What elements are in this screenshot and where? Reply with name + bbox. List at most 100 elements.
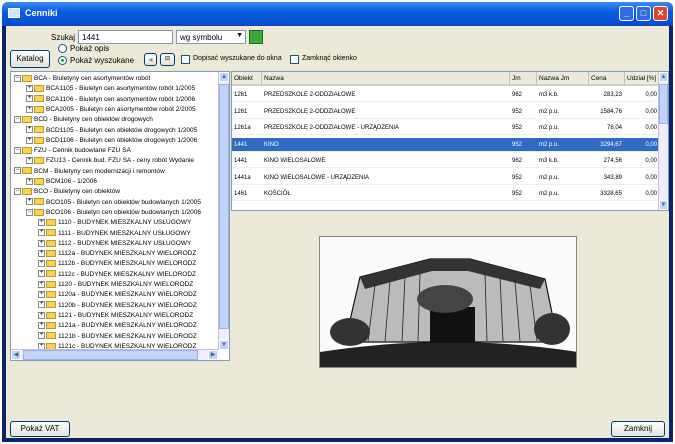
scroll-thumb[interactable] (659, 84, 668, 124)
table-cell: 343,89 (589, 171, 625, 185)
collapse-icon[interactable]: − (14, 167, 21, 175)
table-cell: 0,00 (625, 105, 660, 119)
table-row[interactable]: 1441a KINO WIELOSALOWE - URZĄDZENIA 952 m2 … (232, 171, 660, 185)
scroll-thumb[interactable] (219, 84, 229, 329)
price-table[interactable]: Obiekt Nazwa Jm Nazwa Jm Cena Udział [%] 1261 P… (231, 71, 669, 211)
folder-icon (46, 332, 56, 340)
close-window-button[interactable]: ✕ (653, 6, 668, 21)
chevron-down-icon: ▼ (236, 32, 243, 39)
table-row[interactable]: 1441 KINO 952 m2 p.u. 3294,67 0,00 (232, 137, 660, 152)
show-found-radio[interactable] (58, 56, 67, 65)
expand-icon[interactable]: + (38, 301, 45, 309)
expand-icon[interactable]: + (26, 157, 33, 165)
expand-icon[interactable]: + (26, 105, 33, 113)
table-cell: 952 (510, 171, 537, 185)
folder-icon (46, 229, 56, 237)
folder-icon (22, 74, 32, 82)
folder-icon (34, 136, 44, 144)
table-row[interactable]: 1461 KOŚCIÓŁ 952 m2 p.u. 3328,65 0,00 (232, 187, 660, 201)
table-row[interactable]: 1261 PRZEDSZKOLE 2-ODDZIAŁOWE 952 m2 p.u. 15… (232, 105, 660, 119)
tree-item-label: BCA - Biuletyny cen asortymentów robót (34, 75, 151, 82)
column-header[interactable]: Obiekt (232, 72, 262, 86)
show-vat-button[interactable]: Pokaż VAT (10, 421, 70, 437)
list-icon[interactable]: ⊟ (160, 53, 175, 66)
scroll-right-icon[interactable]: ▶ (208, 350, 218, 360)
expand-icon[interactable]: + (38, 311, 45, 319)
table-cell: PRZEDSZKOLE 2-ODDZIAŁOWE - URZĄDZENIA (262, 121, 510, 135)
tree-item-label: 1112 - BUDYNEK MIESZKALNY USŁUGOWY (58, 239, 192, 247)
window-title: Cenniki (25, 8, 58, 18)
expand-icon[interactable]: + (38, 218, 45, 226)
expand-icon[interactable]: + (38, 280, 45, 288)
column-header[interactable]: Cena (589, 72, 625, 86)
search-label: Szukaj (51, 33, 76, 42)
expand-icon[interactable]: + (38, 291, 45, 299)
expand-icon[interactable]: + (26, 136, 33, 144)
table-row[interactable]: 1261 PRZEDSZKOLE 2-ODDZIAŁOWE 962 m3 k.b. 28… (232, 88, 660, 102)
folder-icon (22, 167, 32, 175)
add-to-list-label: Dopisać wyszukane do okna (193, 55, 282, 62)
expand-icon[interactable]: + (38, 229, 45, 237)
collapse-icon[interactable]: − (14, 74, 21, 82)
expand-icon[interactable]: + (38, 321, 45, 329)
search-input[interactable]: 1441 (78, 30, 173, 44)
table-cell: 952 (510, 121, 537, 135)
table-cell: 1461 (232, 187, 262, 201)
expand-icon[interactable]: + (26, 95, 33, 103)
scroll-down-icon[interactable]: ▼ (659, 200, 668, 210)
client-area: Szukaj 1441 wg symbolu ▼ Katalog Pokaż o… (6, 26, 669, 438)
expand-icon[interactable]: + (26, 85, 33, 93)
folder-icon (22, 115, 32, 123)
folder-icon (46, 301, 56, 309)
table-row[interactable]: 1441 KINO WIELOSALOWE 962 m3 k.b. 274,56 0,00 (232, 154, 660, 168)
close-button[interactable]: Zamknij (611, 421, 665, 437)
scroll-thumb[interactable] (23, 350, 198, 360)
expand-icon[interactable]: + (26, 126, 33, 134)
show-description-label: Pokaż opis (70, 44, 110, 53)
column-header[interactable]: Jm (510, 72, 537, 86)
search-go-icon[interactable] (249, 30, 263, 44)
folder-icon (22, 188, 32, 196)
expand-icon[interactable]: + (38, 260, 45, 268)
scroll-down-icon[interactable]: ▼ (219, 340, 229, 350)
scroll-up-icon[interactable]: ▲ (219, 72, 229, 82)
table-cell: 283,23 (589, 88, 625, 102)
expand-icon[interactable]: + (38, 332, 45, 340)
column-header[interactable]: Nazwa Jm (537, 72, 589, 86)
collapse-icon[interactable]: − (14, 115, 21, 123)
tree-vertical-scrollbar[interactable]: ▲ ▼ (218, 72, 229, 350)
tree-horizontal-scrollbar[interactable]: ◀ ▶ (11, 349, 218, 360)
add-to-list-checkbox[interactable] (181, 55, 190, 64)
expand-icon[interactable]: + (38, 270, 45, 278)
column-header[interactable]: Udział [%] (625, 72, 660, 86)
collapse-icon[interactable]: − (26, 208, 33, 216)
expand-icon[interactable]: + (26, 177, 33, 185)
tree-item-label: FZU13 - Cennik bud. FZU SA - ceny robót … (46, 157, 195, 165)
table-vertical-scrollbar[interactable]: ▲ ▼ (658, 72, 668, 210)
folder-icon (34, 126, 44, 134)
column-header[interactable]: Nazwa (262, 72, 510, 86)
search-mode-select[interactable]: wg symbolu ▼ (176, 30, 246, 44)
table-cell: m3 k.b. (537, 154, 589, 168)
table-cell: KINO WIELOSALOWE - URZĄDZENIA (262, 171, 510, 185)
katalog-button[interactable]: Katalog (10, 50, 50, 68)
folder-icon (34, 85, 44, 93)
tree-item-label: 1112b - BUDYNEK MIESZKALNY WIELORODZ (58, 260, 197, 268)
expand-icon[interactable]: + (26, 198, 33, 206)
catalog-tree[interactable]: − BCA - Biuletyny cen asortymentów robót +… (10, 71, 230, 361)
title-bar[interactable]: Cenniki _ □ ✕ (2, 2, 673, 26)
expand-icon[interactable]: + (38, 239, 45, 247)
folder-icon (46, 218, 56, 226)
table-row[interactable]: 1261a PRZEDSZKOLE 2-ODDZIAŁOWE - URZĄDZEN… (232, 121, 660, 135)
close-window-checkbox[interactable] (290, 55, 299, 64)
scroll-left-icon[interactable]: ◀ (11, 350, 21, 360)
prev-icon[interactable]: ◂ (144, 53, 157, 66)
collapse-icon[interactable]: − (14, 146, 21, 154)
maximize-button[interactable]: □ (636, 6, 651, 21)
expand-icon[interactable]: + (38, 249, 45, 257)
scroll-up-icon[interactable]: ▲ (659, 72, 668, 82)
collapse-icon[interactable]: − (14, 188, 21, 196)
tree-item-label: BCD1106 - Biuletyn cen obiektów drogowyc… (46, 136, 198, 144)
minimize-button[interactable]: _ (619, 6, 634, 21)
show-description-radio[interactable] (58, 44, 67, 53)
